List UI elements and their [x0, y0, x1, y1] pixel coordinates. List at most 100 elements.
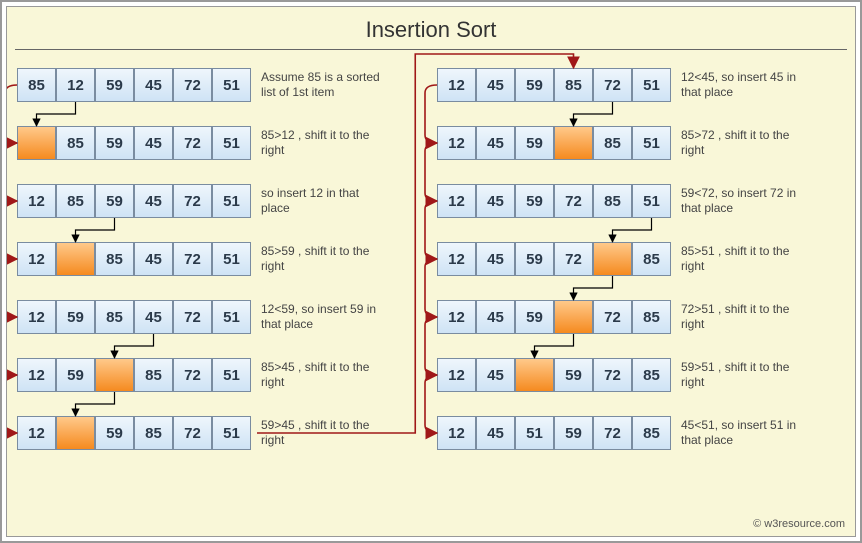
- cell: 85: [632, 358, 671, 392]
- cell: 45: [476, 242, 515, 276]
- cell: 85: [632, 416, 671, 450]
- array: 1245597285: [437, 242, 671, 276]
- cell: 72: [173, 416, 212, 450]
- cell: 59: [515, 126, 554, 160]
- cell: 72: [593, 68, 632, 102]
- cell: 72: [173, 300, 212, 334]
- cell: 51: [212, 358, 251, 392]
- cell-highlight: [95, 358, 134, 392]
- cell: 12: [437, 300, 476, 334]
- step-caption: so insert 12 in that place: [261, 186, 381, 216]
- cell: 12: [17, 242, 56, 276]
- cell: 72: [554, 184, 593, 218]
- cell: 12: [17, 184, 56, 218]
- cell: 72: [173, 242, 212, 276]
- cell: 12: [437, 416, 476, 450]
- step-caption: 85>45 , shift it to the right: [261, 360, 381, 390]
- step-row: 128559457251 so insert 12 in that place: [17, 184, 425, 218]
- cell: 59: [554, 416, 593, 450]
- step-row: 1259857251 59>45 , shift it to the right: [17, 416, 425, 450]
- cell: 72: [173, 126, 212, 160]
- cell: 59: [515, 242, 554, 276]
- step-row: 855945725185>12 , shift it to the right: [17, 126, 425, 160]
- array: 124559728551: [437, 184, 671, 218]
- paper: Insertion Sort 851259457251Assume 85 is …: [6, 6, 856, 537]
- step-caption: 72>51 , shift it to the right: [681, 302, 801, 332]
- cell: 51: [212, 416, 251, 450]
- array: 124559 7285: [437, 300, 671, 334]
- credit: © w3resource.com: [753, 518, 845, 530]
- cell: 45: [134, 126, 173, 160]
- array: 851259457251: [17, 68, 251, 102]
- cell: 59: [554, 358, 593, 392]
- cell: 59: [95, 68, 134, 102]
- cell: 51: [212, 184, 251, 218]
- step-caption: 59<72, so insert 72 in that place: [681, 186, 801, 216]
- cell: 59: [95, 184, 134, 218]
- step-row: 124559728551 59<72, so insert 72 in that …: [437, 184, 845, 218]
- step-caption: 59>51 , shift it to the right: [681, 360, 801, 390]
- array: 1285457251: [17, 242, 251, 276]
- cell: 72: [593, 300, 632, 334]
- cell-highlight: [593, 242, 632, 276]
- cell: 51: [212, 68, 251, 102]
- cell: 51: [632, 184, 671, 218]
- array: 124559857251: [437, 68, 671, 102]
- cell: 51: [632, 68, 671, 102]
- cell: 51: [212, 300, 251, 334]
- cell: 12: [437, 184, 476, 218]
- step-caption: 59>45 , shift it to the right: [261, 418, 381, 448]
- cell: 85: [56, 184, 95, 218]
- cell-highlight: [554, 126, 593, 160]
- cell: 72: [173, 68, 212, 102]
- step-row: 124559855185>72 , shift it to the right: [437, 126, 845, 160]
- step-caption: 85>12 , shift it to the right: [261, 128, 381, 158]
- cell: 72: [593, 358, 632, 392]
- cell: 51: [212, 242, 251, 276]
- cell: 45: [476, 184, 515, 218]
- cell: 85: [95, 300, 134, 334]
- array: 1259857251: [17, 416, 251, 450]
- cell: 12: [17, 300, 56, 334]
- cell: 85: [554, 68, 593, 102]
- cell-highlight: [515, 358, 554, 392]
- step-caption: 85>51 , shift it to the right: [681, 244, 801, 274]
- cell: 45: [134, 242, 173, 276]
- cell: 85: [134, 416, 173, 450]
- cell-highlight: [17, 126, 56, 160]
- step-row: 1245597285 85>51 , shift it to the right: [437, 242, 845, 276]
- array: 124551597285: [437, 416, 671, 450]
- cell: 51: [212, 126, 251, 160]
- cell-highlight: [56, 242, 95, 276]
- cell: 85: [593, 126, 632, 160]
- cell: 51: [632, 126, 671, 160]
- left-column: 851259457251Assume 85 is a sorted list o…: [11, 68, 431, 450]
- step-caption: 12<45, so insert 45 in that place: [681, 70, 801, 100]
- step-row: 1245 597285 59>51 , shift it to the right: [437, 358, 845, 392]
- step-row: 12455159728545<51, so insert 51 in that …: [437, 416, 845, 450]
- step-caption: 12<59, so insert 59 in that place: [261, 302, 381, 332]
- step-caption: Assume 85 is a sorted list of 1st item: [261, 70, 381, 100]
- cell: 12: [17, 358, 56, 392]
- cell: 45: [476, 358, 515, 392]
- cell: 45: [476, 126, 515, 160]
- step-row: 12598545725112<59, so insert 59 in that …: [17, 300, 425, 334]
- cell: 59: [515, 300, 554, 334]
- cell: 45: [476, 300, 515, 334]
- step-row: 124559 7285 72>51 , shift it to the right: [437, 300, 845, 334]
- cell: 85: [593, 184, 632, 218]
- step-row: 124559857251 12<45, so insert 45 in that …: [437, 68, 845, 102]
- cell: 72: [554, 242, 593, 276]
- array: 128559457251: [17, 184, 251, 218]
- cell: 45: [134, 184, 173, 218]
- cell: 85: [56, 126, 95, 160]
- cell-highlight: [554, 300, 593, 334]
- step-caption: 85>72 , shift it to the right: [681, 128, 801, 158]
- cell: 12: [437, 358, 476, 392]
- cell: 85: [632, 300, 671, 334]
- cell-highlight: [56, 416, 95, 450]
- cell: 45: [476, 416, 515, 450]
- cell: 59: [56, 300, 95, 334]
- cell: 72: [593, 416, 632, 450]
- cell: 51: [515, 416, 554, 450]
